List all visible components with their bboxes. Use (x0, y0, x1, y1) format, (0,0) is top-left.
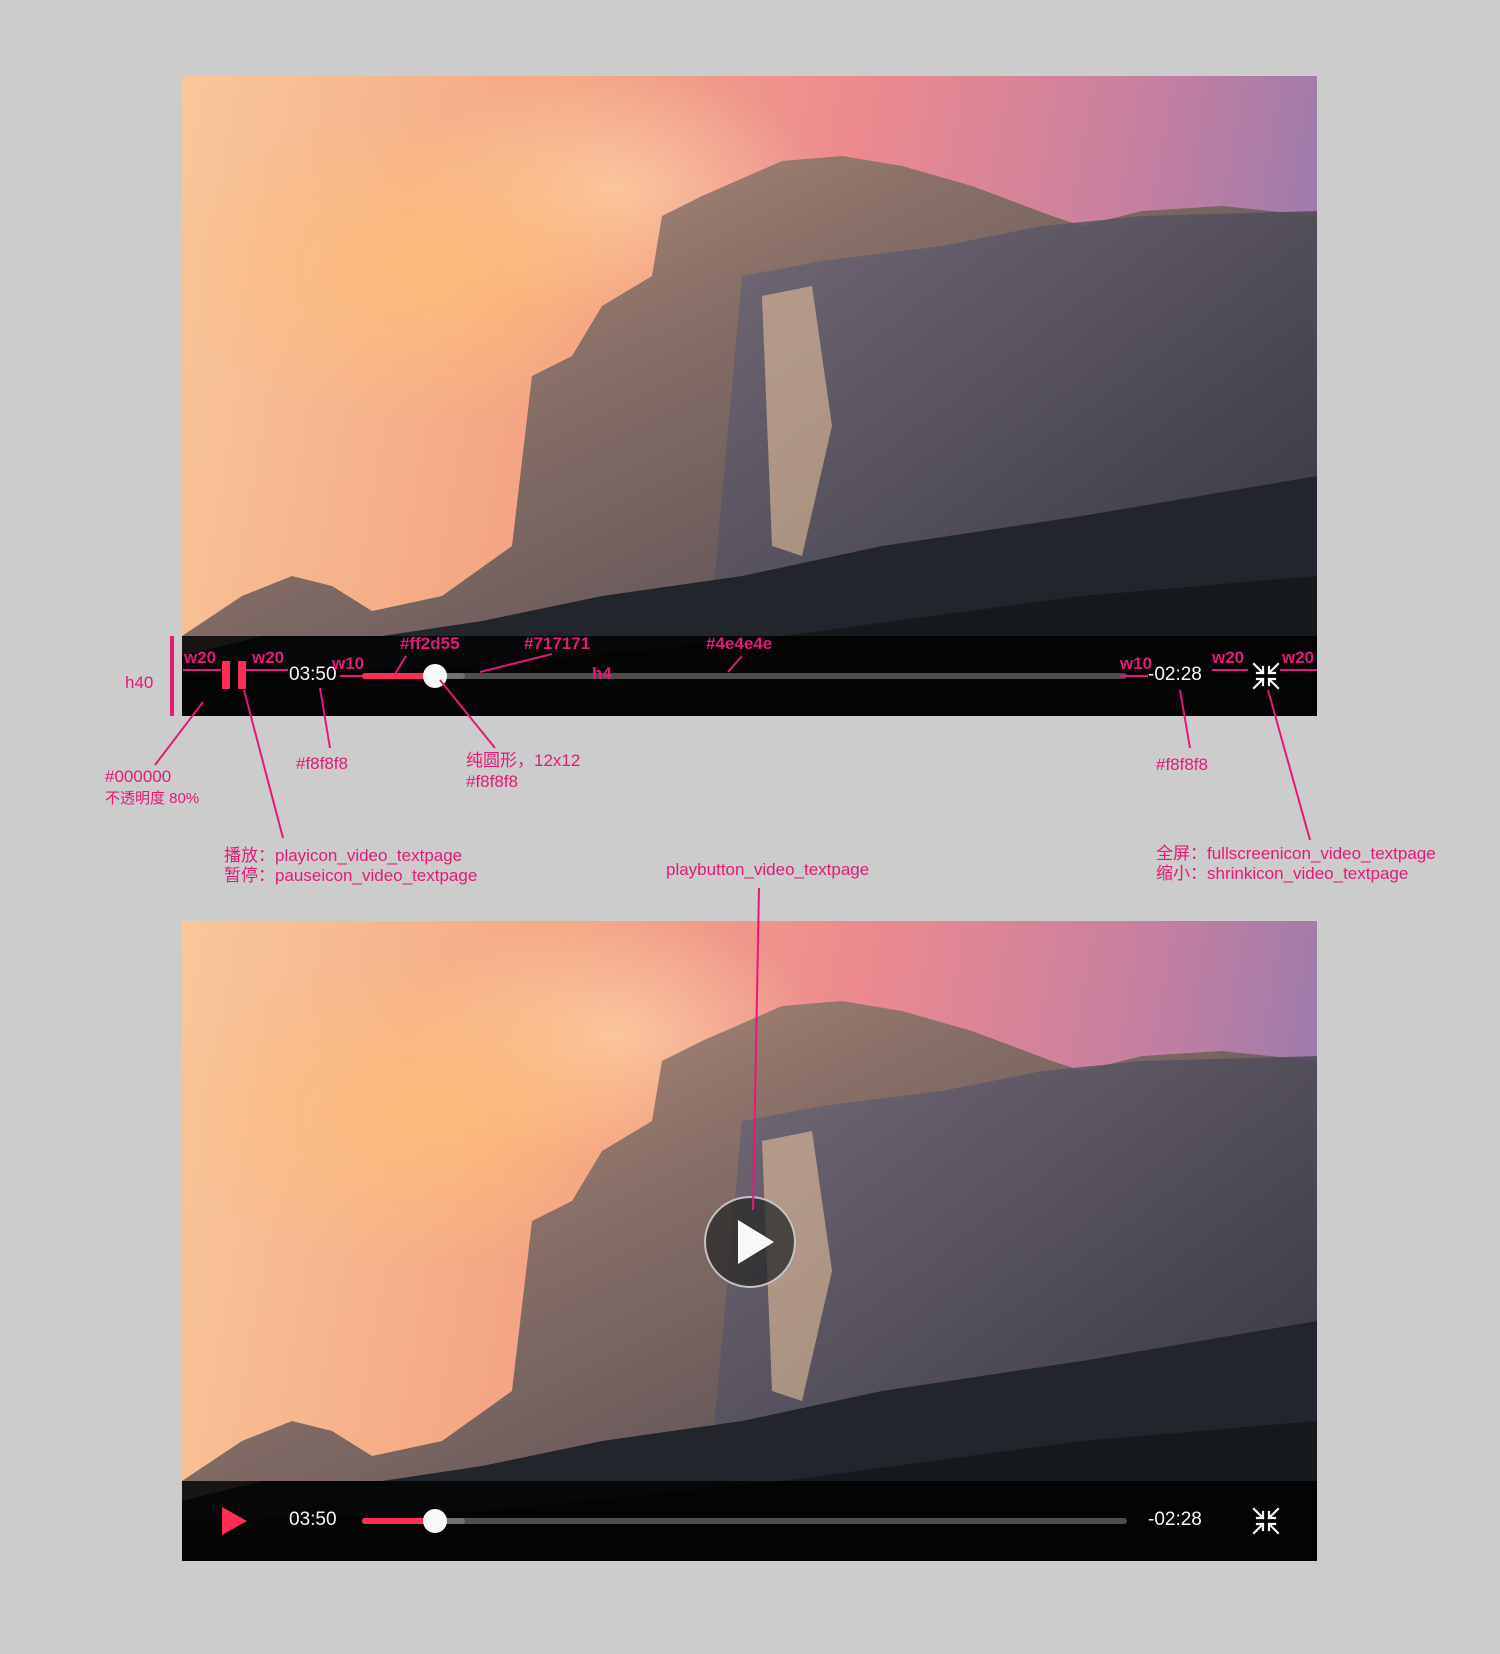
height-label: h4 (592, 664, 612, 683)
play-icon[interactable] (222, 1507, 247, 1535)
knob-desc-label: 纯圆形，12x12 (466, 751, 581, 770)
remaining-time: -02:28 (1148, 1509, 1202, 1530)
progress-knob[interactable] (422, 1509, 447, 1533)
spacing-label: w20 (184, 648, 217, 667)
progress-knob[interactable] (422, 664, 447, 688)
opacity-label: 不透明度 80% (105, 790, 200, 807)
pause-icon[interactable] (238, 661, 246, 689)
progress-track[interactable] (362, 664, 1127, 688)
video-frame-image (182, 156, 1317, 716)
color-label: #f8f8f8 (296, 754, 348, 773)
progress-track[interactable] (362, 1509, 1127, 1533)
shrink-icon[interactable] (1252, 662, 1280, 690)
color-label: #f8f8f8 (466, 772, 518, 791)
center-play-button[interactable] (704, 1196, 796, 1288)
color-label: #717171 (524, 634, 591, 653)
color-label: #000000 (105, 767, 172, 786)
icon-name-label: 全屏：fullscreenicon_video_textpage (1156, 844, 1436, 863)
color-label: #f8f8f8 (1156, 755, 1208, 774)
spacing-label: w10 (1120, 654, 1153, 673)
color-label: #4e4e4e (706, 634, 773, 653)
icon-name-label: playbutton_video_textpage (666, 860, 870, 879)
current-time: 03:50 (289, 1509, 337, 1530)
video-player-bottom[interactable]: 03:50 -02:28 (182, 921, 1317, 1561)
pause-icon[interactable] (222, 661, 230, 689)
control-bar: 03:50 -02:28 (182, 1481, 1317, 1561)
shrink-icon[interactable] (1252, 1507, 1280, 1535)
height-label: h40 (125, 673, 154, 692)
current-time: 03:50 (289, 664, 337, 685)
spacing-label: w20 (1212, 648, 1245, 667)
play-button-icon (738, 1220, 774, 1264)
spacing-label: w20 (252, 648, 285, 667)
video-player-top[interactable]: 03:50 -02:28 (182, 76, 1317, 716)
icon-name-label: 缩小：shrinkicon_video_textpage (1156, 864, 1409, 883)
remaining-time: -02:28 (1148, 664, 1202, 685)
spacing-label: w20 (1282, 648, 1315, 667)
spacing-label: w10 (332, 654, 365, 673)
color-label: #ff2d55 (400, 634, 460, 653)
icon-name-label: 暂停：pauseicon_video_textpage (224, 866, 478, 885)
icon-name-label: 播放：playicon_video_textpage (224, 846, 463, 865)
